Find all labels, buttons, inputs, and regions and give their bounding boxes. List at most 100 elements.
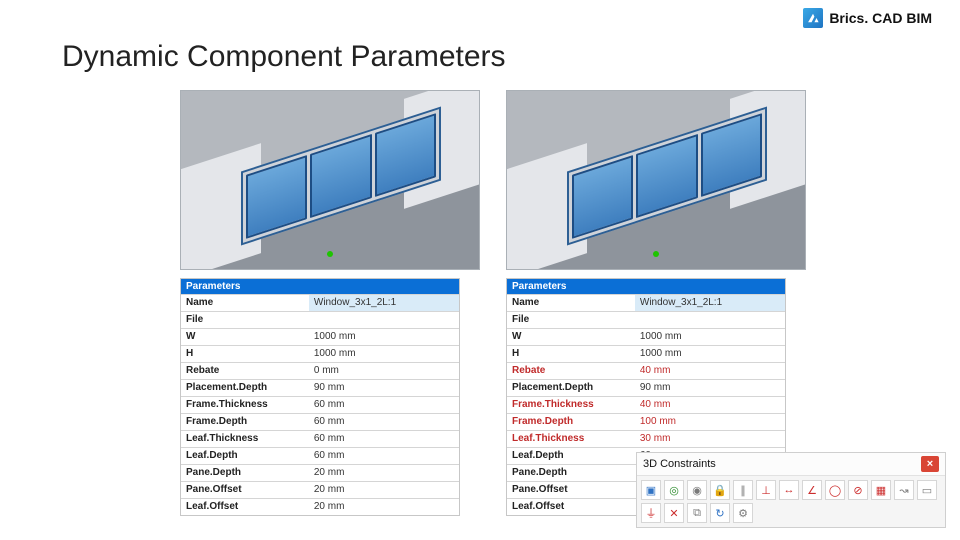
param-row[interactable]: Leaf.Thickness30 mm — [507, 430, 785, 447]
model-viewport[interactable] — [180, 90, 480, 270]
delete-constraint-icon[interactable]: ✕ — [664, 503, 684, 523]
param-row[interactable]: Frame.Depth60 mm — [181, 413, 459, 430]
param-key: H — [181, 346, 309, 362]
param-row[interactable]: File — [507, 311, 785, 328]
path-icon[interactable]: ↝ — [894, 480, 914, 500]
param-key: Leaf.Offset — [507, 499, 635, 515]
param-value[interactable]: 30 mm — [635, 431, 785, 447]
param-row[interactable]: Pane.Offset20 mm — [181, 481, 459, 498]
param-row[interactable]: Frame.Depth100 mm — [507, 413, 785, 430]
param-value[interactable]: 60 mm — [309, 397, 459, 413]
comparison-panel: ParametersNameWindow_3x1_2L:1FileW1000 m… — [180, 90, 480, 516]
concentric-icon[interactable]: ◉ — [687, 480, 707, 500]
perpendicular-icon[interactable]: ⊥ — [756, 480, 776, 500]
param-key: Name — [507, 295, 635, 311]
param-key: Leaf.Depth — [507, 448, 635, 464]
param-row[interactable]: H1000 mm — [181, 345, 459, 362]
param-key: Frame.Depth — [507, 414, 635, 430]
param-key: File — [507, 312, 635, 328]
param-row[interactable]: File — [181, 311, 459, 328]
radius-icon[interactable]: ◯ — [825, 480, 845, 500]
param-value[interactable]: 40 mm — [635, 397, 785, 413]
parameters-header: Parameters — [181, 279, 459, 294]
param-value[interactable] — [309, 312, 459, 328]
toolbar-title: 3D Constraints — [643, 458, 716, 470]
coincident-icon[interactable]: ◎ — [664, 480, 684, 500]
close-icon[interactable]: × — [921, 456, 939, 472]
param-key: Leaf.Offset — [181, 499, 309, 515]
settings-icon[interactable]: ⚙ — [733, 503, 753, 523]
param-key: Frame.Thickness — [181, 397, 309, 413]
param-row[interactable]: Frame.Thickness60 mm — [181, 396, 459, 413]
param-row[interactable]: Leaf.Thickness60 mm — [181, 430, 459, 447]
param-row[interactable]: H1000 mm — [507, 345, 785, 362]
parameters-table: ParametersNameWindow_3x1_2L:1FileW1000 m… — [180, 278, 460, 516]
angle-icon[interactable]: ∠ — [802, 480, 822, 500]
param-row[interactable]: Pane.Depth20 mm — [181, 464, 459, 481]
brand-logo-icon — [803, 8, 823, 28]
param-key: Placement.Depth — [507, 380, 635, 396]
param-value[interactable]: 60 mm — [309, 448, 459, 464]
param-row[interactable]: Frame.Thickness40 mm — [507, 396, 785, 413]
distance-icon[interactable]: ↔ — [779, 480, 799, 500]
param-row[interactable]: Leaf.Offset20 mm — [181, 498, 459, 515]
tangent-icon[interactable]: ⊘ — [848, 480, 868, 500]
param-key: Rebate — [507, 363, 635, 379]
param-value[interactable]: 20 mm — [309, 499, 459, 515]
planar-icon[interactable]: ▭ — [917, 480, 937, 500]
param-value[interactable]: 40 mm — [635, 363, 785, 379]
param-key: Leaf.Thickness — [507, 431, 635, 447]
param-value[interactable]: 0 mm — [309, 363, 459, 379]
param-value[interactable]: 60 mm — [309, 431, 459, 447]
param-row[interactable]: Rebate0 mm — [181, 362, 459, 379]
brand-badge: Brics. CAD BIM — [803, 8, 932, 28]
param-key: H — [507, 346, 635, 362]
brand-label: Brics. CAD BIM — [829, 10, 932, 26]
param-key: Pane.Offset — [507, 482, 635, 498]
param-value[interactable]: 20 mm — [309, 465, 459, 481]
param-row[interactable]: Placement.Depth90 mm — [507, 379, 785, 396]
ground-icon[interactable]: ⏚ — [641, 503, 661, 523]
page-title: Dynamic Component Parameters — [62, 40, 506, 74]
lock-icon[interactable]: 🔒 — [710, 480, 730, 500]
toolbar-3d-constraints: 3D Constraints × ▣◎◉🔒∥⊥↔∠◯⊘▦↝▭ ⏚✕⧉↻⚙ — [636, 452, 946, 528]
param-value[interactable]: 60 mm — [309, 414, 459, 430]
param-key: Name — [181, 295, 309, 311]
param-value[interactable]: 1000 mm — [309, 346, 459, 362]
param-key: Rebate — [181, 363, 309, 379]
param-value[interactable]: Window_3x1_2L:1 — [309, 295, 459, 311]
param-value[interactable]: 1000 mm — [635, 346, 785, 362]
rigidset-icon[interactable]: ▦ — [871, 480, 891, 500]
param-key: Leaf.Depth — [181, 448, 309, 464]
param-row[interactable]: W1000 mm — [507, 328, 785, 345]
param-value[interactable]: 100 mm — [635, 414, 785, 430]
param-key: Frame.Thickness — [507, 397, 635, 413]
param-value[interactable]: 20 mm — [309, 482, 459, 498]
parameters-header: Parameters — [507, 279, 785, 294]
param-row[interactable]: Leaf.Depth60 mm — [181, 447, 459, 464]
parallel-icon[interactable]: ∥ — [733, 480, 753, 500]
param-value[interactable]: 1000 mm — [309, 329, 459, 345]
model-viewport[interactable] — [506, 90, 806, 270]
param-key: W — [181, 329, 309, 345]
param-row[interactable]: NameWindow_3x1_2L:1 — [181, 294, 459, 311]
param-value[interactable]: 90 mm — [309, 380, 459, 396]
param-value[interactable]: 90 mm — [635, 380, 785, 396]
param-key: W — [507, 329, 635, 345]
param-row[interactable]: W1000 mm — [181, 328, 459, 345]
param-value[interactable]: 1000 mm — [635, 329, 785, 345]
param-value[interactable] — [635, 312, 785, 328]
fix-icon[interactable]: ▣ — [641, 480, 661, 500]
origin-marker-icon — [653, 251, 659, 257]
refresh-icon[interactable]: ↻ — [710, 503, 730, 523]
param-key: Frame.Depth — [181, 414, 309, 430]
param-row[interactable]: Rebate40 mm — [507, 362, 785, 379]
param-row[interactable]: Placement.Depth90 mm — [181, 379, 459, 396]
copy-constraint-icon[interactable]: ⧉ — [687, 503, 707, 523]
param-row[interactable]: NameWindow_3x1_2L:1 — [507, 294, 785, 311]
param-key: Leaf.Thickness — [181, 431, 309, 447]
param-key: Placement.Depth — [181, 380, 309, 396]
param-key: Pane.Depth — [507, 465, 635, 481]
param-value[interactable]: Window_3x1_2L:1 — [635, 295, 785, 311]
param-key: Pane.Depth — [181, 465, 309, 481]
